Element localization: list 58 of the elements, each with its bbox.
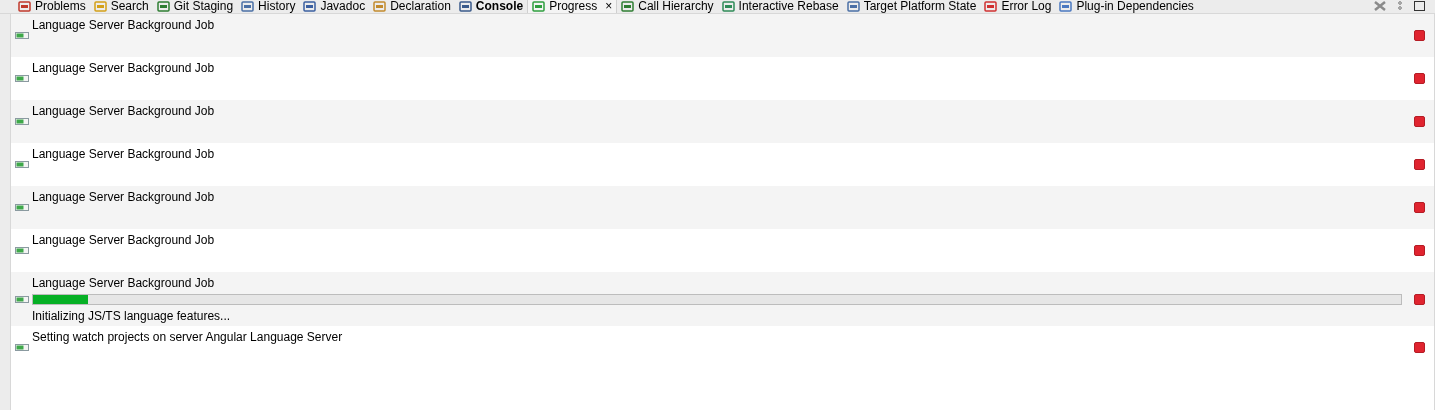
progress-job-icon (15, 75, 29, 82)
view-tab[interactable]: Search (89, 0, 153, 13)
progress-job-icon (15, 295, 29, 303)
cancel-job-button[interactable] (1414, 159, 1425, 170)
job-name: Language Server Background Job (32, 17, 215, 33)
tab-icon (984, 0, 998, 12)
progress-job-icon (15, 118, 29, 125)
tab-icon (846, 0, 860, 12)
progress-job-icon (15, 247, 29, 254)
tab-icon (1059, 0, 1073, 12)
progress-job-icon (15, 32, 29, 39)
cancel-job-button[interactable] (1414, 293, 1425, 305)
cancel-job-button[interactable] (1414, 342, 1425, 353)
progress-job-icon (15, 161, 29, 168)
cancel-job-button[interactable] (1414, 73, 1425, 84)
view-tab[interactable]: Console (454, 0, 528, 13)
maximize-icon[interactable] (1414, 1, 1425, 11)
job-row[interactable]: Language Server Background Job (11, 100, 1434, 143)
progress-job-icon (15, 344, 29, 351)
tab-icon (532, 0, 546, 12)
tab-icon (373, 0, 387, 12)
job-name: Language Server Background Job (32, 60, 215, 76)
view-tab[interactable]: History (237, 0, 300, 13)
view-tab[interactable]: Target Platform State (842, 0, 981, 13)
remove-all-icon[interactable] (1374, 1, 1386, 11)
job-row[interactable]: Language Server Background Job Initializing JS/TS language features... (11, 272, 1434, 326)
tab-icon (18, 0, 31, 12)
view-tab[interactable]: Problems (14, 0, 90, 13)
job-row[interactable]: Language Server Background Job (11, 186, 1434, 229)
progress-job-icon (15, 204, 29, 211)
view-tab[interactable]: Progress × (527, 0, 618, 13)
view-tab[interactable]: Interactive Rebase (717, 0, 843, 13)
view-tab[interactable]: Plug-in Dependencies (1055, 0, 1198, 13)
job-name: Setting watch projects on server Angular Language Server (32, 329, 343, 345)
cancel-job-button[interactable] (1414, 116, 1425, 127)
tab-icon (621, 0, 635, 12)
tab-icon (303, 0, 317, 12)
view-tab[interactable]: Declaration (369, 0, 455, 13)
tab-icon (156, 0, 170, 12)
view-tab[interactable]: Git Staging (152, 0, 238, 13)
tab-icon (241, 0, 255, 12)
close-tab-icon[interactable]: × (605, 0, 613, 13)
job-status: Initializing JS/TS language features... (32, 307, 232, 324)
cancel-job-button[interactable] (1414, 202, 1425, 213)
tab-icon (93, 0, 107, 12)
tab-icon (458, 0, 472, 12)
cancel-job-button[interactable] (1414, 30, 1425, 41)
view-tab[interactable]: Error Log (980, 0, 1056, 13)
cancel-job-button[interactable] (1414, 245, 1425, 256)
job-name: Language Server Background Job (32, 232, 215, 248)
tab-icon (721, 0, 735, 12)
job-name: Language Server Background Job (32, 189, 215, 205)
job-name: Language Server Background Job (32, 274, 216, 291)
view-tab[interactable]: Javadoc (299, 0, 370, 13)
view-tab[interactable]: Call Hierarchy (617, 0, 718, 13)
job-name: Language Server Background Job (32, 103, 215, 119)
job-row[interactable]: Language Server Background Job (11, 14, 1434, 57)
job-name: Language Server Background Job (32, 146, 215, 162)
